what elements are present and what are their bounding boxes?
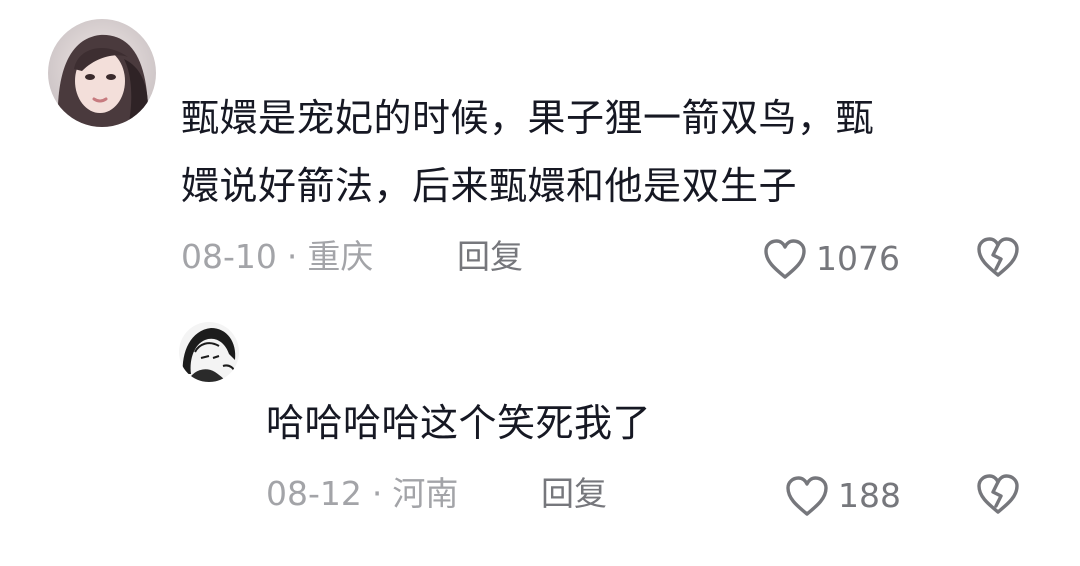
- meta-separator: ·: [286, 237, 298, 276]
- meta-separator: ·: [371, 474, 383, 513]
- broken-heart-icon: [975, 472, 1021, 516]
- comment-text-line: 甄嬛是宠妃的时候，果子狸一箭双鸟，甄: [181, 96, 875, 140]
- heart-outline-icon: [784, 474, 830, 518]
- comment-location: 重庆: [307, 237, 374, 276]
- like-count: 1076: [816, 239, 900, 278]
- dislike-button[interactable]: [975, 472, 1021, 516]
- comment-meta: 08-12 · 河南: [266, 474, 458, 514]
- avatar-image: [48, 19, 156, 127]
- comment-date: 08-12: [266, 474, 362, 513]
- avatar[interactable]: [48, 19, 156, 127]
- reply-button[interactable]: 回复: [457, 237, 523, 277]
- avatar[interactable]: [179, 322, 239, 382]
- reply-button[interactable]: 回复: [541, 474, 607, 514]
- avatar-image: [179, 322, 239, 382]
- heart-outline-icon: [762, 237, 808, 281]
- like-count: 188: [838, 476, 901, 515]
- broken-heart-icon: [975, 235, 1021, 279]
- comment-text: 哈哈哈哈这个笑死我了: [266, 401, 652, 445]
- comment-meta: 08-10 · 重庆: [181, 237, 373, 277]
- comment-location: 河南: [392, 474, 459, 513]
- dislike-button[interactable]: [975, 235, 1021, 279]
- comment-date: 08-10: [181, 237, 277, 276]
- like-button[interactable]: 1076: [762, 237, 900, 281]
- comment-text-line: 嬛说好箭法，后来甄嬛和他是双生子: [181, 164, 798, 208]
- like-button[interactable]: 188: [784, 474, 901, 518]
